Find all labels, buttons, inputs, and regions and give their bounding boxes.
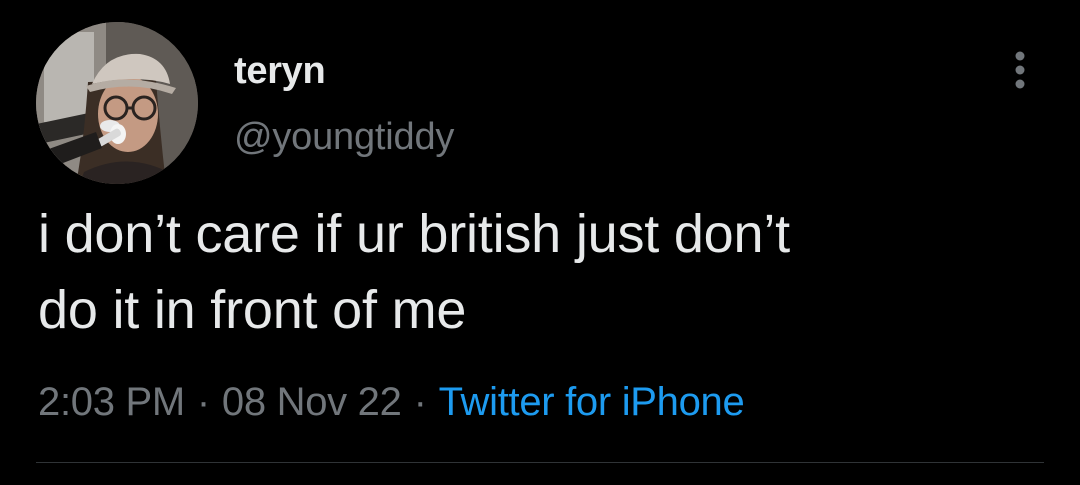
display-name[interactable]: teryn	[234, 52, 326, 90]
meta-separator: ·	[196, 380, 210, 424]
tweet-detail: teryn @youngtiddy i don’t care if ur bri…	[0, 0, 1080, 485]
avatar-photo	[36, 22, 198, 184]
meta-separator: ·	[413, 380, 427, 424]
tweet-metadata: 2:03 PM · 08 Nov 22 · Twitter for iPhone	[38, 378, 745, 426]
divider	[36, 462, 1044, 463]
more-options-button[interactable]	[1004, 50, 1036, 90]
tweet-time[interactable]: 2:03 PM	[38, 380, 185, 424]
vertical-ellipsis-icon	[1015, 51, 1025, 89]
tweet-text: i don’t care if ur british just don’t do…	[38, 204, 790, 340]
avatar[interactable]	[36, 22, 198, 184]
user-handle[interactable]: @youngtiddy	[234, 118, 454, 156]
tweet-source-link[interactable]: Twitter for iPhone	[439, 380, 745, 424]
tweet-date[interactable]: 08 Nov 22	[222, 380, 402, 424]
